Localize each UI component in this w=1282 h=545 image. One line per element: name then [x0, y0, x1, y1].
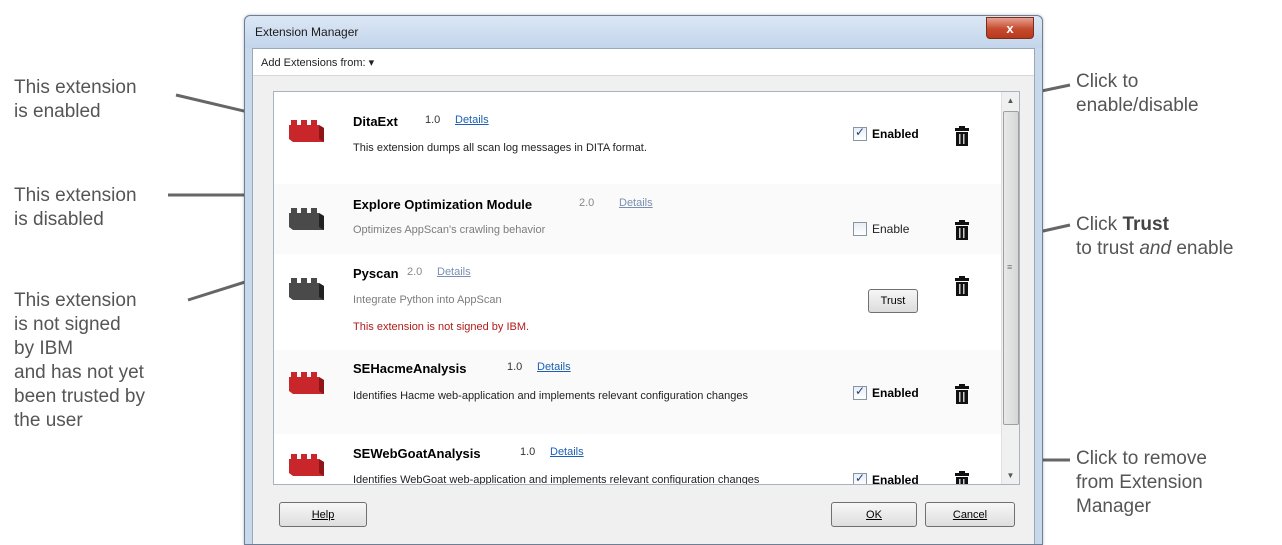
window-title: Extension Manager — [255, 25, 359, 39]
trust-button[interactable]: Trust — [868, 289, 918, 313]
enable-toggle[interactable]: Enabled — [853, 384, 919, 400]
extension-name: Explore Optimization Module — [353, 197, 533, 212]
trash-icon[interactable] — [954, 276, 970, 296]
list-item-sewebgoat: SEWebGoatAnalysis 1.0 Details Identifies… — [274, 434, 1001, 485]
enable-label: Enabled — [872, 386, 919, 400]
add-extensions-dropdown[interactable]: Add Extensions from: ▾ — [261, 56, 374, 69]
extension-version: 1.0 — [520, 446, 536, 458]
extension-name: SEWebGoatAnalysis — [353, 446, 481, 461]
list-item-explore-optimization: Explore Optimization Module 2.0 Details … — [274, 184, 1001, 255]
extension-manager-window: Extension Manager x Add Extensions from:… — [244, 15, 1043, 545]
extension-version: 2.0 — [579, 197, 595, 209]
scroll-down-arrow-icon[interactable]: ▼ — [1002, 467, 1019, 484]
ok-button[interactable]: OK — [831, 502, 917, 527]
enable-label: Enabled — [872, 473, 919, 485]
enable-checkbox[interactable] — [853, 384, 867, 400]
enable-checkbox[interactable] — [853, 471, 867, 484]
enable-toggle[interactable]: Enabled — [853, 125, 919, 141]
extension-name: DitaExt — [353, 114, 398, 129]
enable-checkbox[interactable] — [853, 222, 867, 236]
enable-toggle[interactable]: Enabled — [853, 471, 919, 485]
trash-icon[interactable] — [954, 384, 970, 404]
enable-label: Enable — [872, 222, 910, 236]
extension-list: DitaExt 1.0 Details This extension dumps… — [273, 91, 1020, 485]
details-link[interactable]: Details — [550, 446, 584, 458]
extension-version: 1.0 — [507, 361, 523, 373]
callout-trust: Click Trust to trust and enable — [1076, 214, 1234, 259]
details-link[interactable]: Details — [619, 197, 653, 209]
extension-lego-icon — [289, 208, 324, 230]
trash-icon[interactable] — [954, 126, 970, 146]
details-link[interactable]: Details — [455, 114, 489, 126]
extension-description: Identifies WebGoat web-application and i… — [353, 474, 760, 485]
enable-checkbox[interactable] — [853, 125, 867, 141]
scroll-up-arrow-icon[interactable]: ▲ — [1002, 92, 1019, 109]
extension-lego-icon — [289, 454, 324, 476]
details-link[interactable]: Details — [437, 266, 471, 278]
extension-lego-icon — [289, 372, 324, 394]
callout-remove: Click to remove from Extension Manager — [1076, 448, 1207, 517]
extension-version: 1.0 — [425, 114, 441, 126]
trash-icon[interactable] — [954, 220, 970, 240]
extension-lego-icon — [289, 278, 324, 300]
callout-unsigned: This extension is not signed by IBM and ha… — [14, 290, 145, 431]
extension-name: Pyscan — [353, 266, 399, 281]
extension-description: This extension dumps all scan log messag… — [353, 142, 647, 154]
grip-icon: ≡ — [1007, 262, 1013, 272]
extension-description: Integrate Python into AppScan — [353, 294, 502, 306]
extension-lego-icon — [289, 120, 324, 142]
extension-version: 2.0 — [407, 266, 423, 278]
list-item-pyscan: Pyscan 2.0 Details Integrate Python into… — [274, 254, 1001, 351]
trash-icon[interactable] — [954, 471, 970, 485]
callout-enabled: This extension is enabled — [14, 77, 137, 122]
add-extensions-bar: Add Extensions from: ▾ — [253, 49, 1034, 76]
enable-label: Enabled — [872, 127, 919, 141]
callout-toggle: Click to enable/disable — [1076, 71, 1199, 116]
unsigned-warning: This extension is not signed by IBM. — [353, 321, 530, 333]
extension-name: SEHacmeAnalysis — [353, 361, 467, 376]
list-item-sehacme: SEHacmeAnalysis 1.0 Details Identifies H… — [274, 350, 1001, 435]
title-bar[interactable]: Extension Manager x — [245, 16, 1042, 48]
callout-disabled: This extension is disabled — [14, 185, 137, 230]
list-scrollbar[interactable]: ▲ ≡ ▼ — [1001, 92, 1019, 484]
help-button[interactable]: Help — [279, 502, 367, 527]
list-item-ditaext: DitaExt 1.0 Details This extension dumps… — [274, 92, 1001, 185]
extension-description: Optimizes AppScan's crawling behavior — [353, 224, 546, 236]
scroll-thumb[interactable]: ≡ — [1003, 111, 1019, 425]
details-link[interactable]: Details — [537, 361, 571, 373]
cancel-button[interactable]: Cancel — [925, 502, 1015, 527]
dialog-client: Add Extensions from: ▾ DitaExt 1.0 Detai… — [252, 48, 1035, 544]
enable-toggle[interactable]: Enable — [853, 222, 909, 236]
extension-description: Identifies Hacme web-application and imp… — [353, 390, 749, 402]
close-button[interactable]: x — [986, 17, 1034, 39]
